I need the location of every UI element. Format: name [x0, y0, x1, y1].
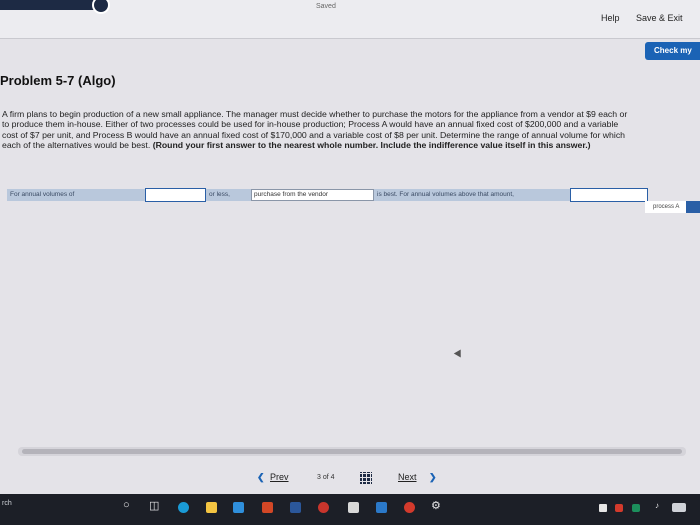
chevron-left-icon[interactable]: ❮	[257, 472, 265, 483]
tray-chevron-icon[interactable]	[599, 504, 607, 512]
saved-status: Saved	[316, 3, 336, 10]
select-edge	[686, 201, 700, 213]
answer-row: For annual volumes of or less, purchase …	[7, 187, 700, 207]
chevron-right-icon[interactable]: ❯	[429, 472, 437, 483]
store-icon[interactable]	[233, 502, 244, 513]
cortana-icon[interactable]: ○	[123, 499, 130, 511]
task-view-icon[interactable]: ◫	[149, 499, 159, 512]
store-bag-icon[interactable]	[348, 502, 359, 513]
notification-icon[interactable]	[672, 503, 686, 512]
os-taskbar: rch ○ ◫ ⚙ ♪	[0, 494, 700, 525]
volume-input-1[interactable]	[145, 188, 206, 202]
horizontal-scrollbar[interactable]	[18, 447, 686, 456]
mouse-cursor-icon	[453, 349, 465, 360]
scrollbar-thumb[interactable]	[22, 449, 682, 454]
problem-text: A firm plans to begin production of a ne…	[2, 109, 634, 150]
edge-icon[interactable]	[178, 502, 189, 513]
onenote-icon[interactable]	[262, 502, 273, 513]
problem-title: Problem 5-7 (Algo)	[0, 73, 116, 88]
info-icon[interactable]	[92, 0, 110, 14]
settings-gear-icon[interactable]: ⚙	[431, 499, 441, 512]
next-button[interactable]: Next	[398, 472, 417, 482]
grid-icon[interactable]	[360, 472, 372, 484]
volume-input-2[interactable]	[570, 188, 648, 202]
alternative-select-1[interactable]: purchase from the vendor	[251, 189, 374, 201]
save-exit-link[interactable]: Save & Exit	[636, 13, 683, 23]
help-link[interactable]: Help	[601, 13, 620, 23]
answer-label-volumes: For annual volumes of	[7, 189, 145, 201]
tray-app-icon-2[interactable]	[632, 504, 640, 512]
word-icon[interactable]	[290, 502, 301, 513]
answer-label-is-best: is best. For annual volumes above that a…	[374, 189, 570, 201]
prev-button[interactable]: Prev	[270, 472, 289, 482]
problem-instruction: (Round your first answer to the nearest …	[152, 139, 591, 150]
assignment-title-bar	[0, 0, 100, 10]
chrome-icon[interactable]	[318, 502, 329, 513]
answer-label-or-less: or less,	[206, 189, 251, 201]
file-explorer-icon[interactable]	[206, 502, 217, 513]
mail-icon[interactable]	[376, 502, 387, 513]
tray-app-icon[interactable]	[615, 504, 623, 512]
volume-icon[interactable]: ♪	[655, 501, 659, 510]
pinterest-icon[interactable]	[404, 502, 415, 513]
top-header: Saved Help Save & Exit	[0, 0, 700, 39]
check-my-work-button[interactable]: Check my	[645, 42, 700, 60]
taskbar-search[interactable]: rch	[2, 500, 12, 507]
page-count: 3 of 4	[317, 474, 335, 481]
